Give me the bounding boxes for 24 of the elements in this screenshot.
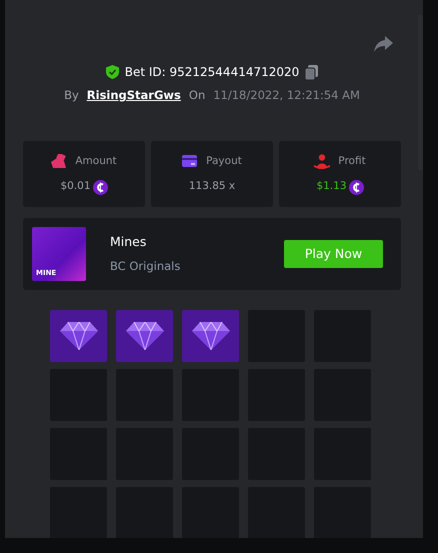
game-provider: BC Originals	[110, 258, 182, 275]
username-link[interactable]: RisingStarGws	[86, 87, 181, 104]
share-icon[interactable]	[374, 36, 393, 52]
stat-label: Profit	[338, 154, 366, 168]
shield-check-icon	[106, 65, 119, 79]
scrollbar[interactable]	[418, 15, 423, 170]
game-name: Mines	[110, 233, 148, 252]
gem-icon	[60, 322, 98, 350]
stat-value: 113.85 x	[188, 179, 236, 194]
stat-label: Amount	[75, 154, 117, 168]
stat-label: Payout	[206, 154, 242, 168]
gem-icon	[192, 322, 230, 350]
bet-date: 11/18/2022, 12:21:54 AM	[213, 87, 360, 104]
copy-icon[interactable]	[305, 64, 318, 80]
by-label: By	[64, 87, 79, 104]
coin-icon	[92, 180, 108, 195]
on-label: On	[188, 87, 206, 104]
card-icon	[182, 154, 198, 169]
coin-icon	[348, 180, 364, 195]
person-hand-icon	[314, 154, 330, 169]
bet-id: Bet ID: 95212544414712020	[124, 64, 300, 81]
stat-value: $0.01	[60, 179, 91, 194]
gem-icon	[126, 322, 164, 350]
stat-value: $1.13	[316, 179, 347, 194]
